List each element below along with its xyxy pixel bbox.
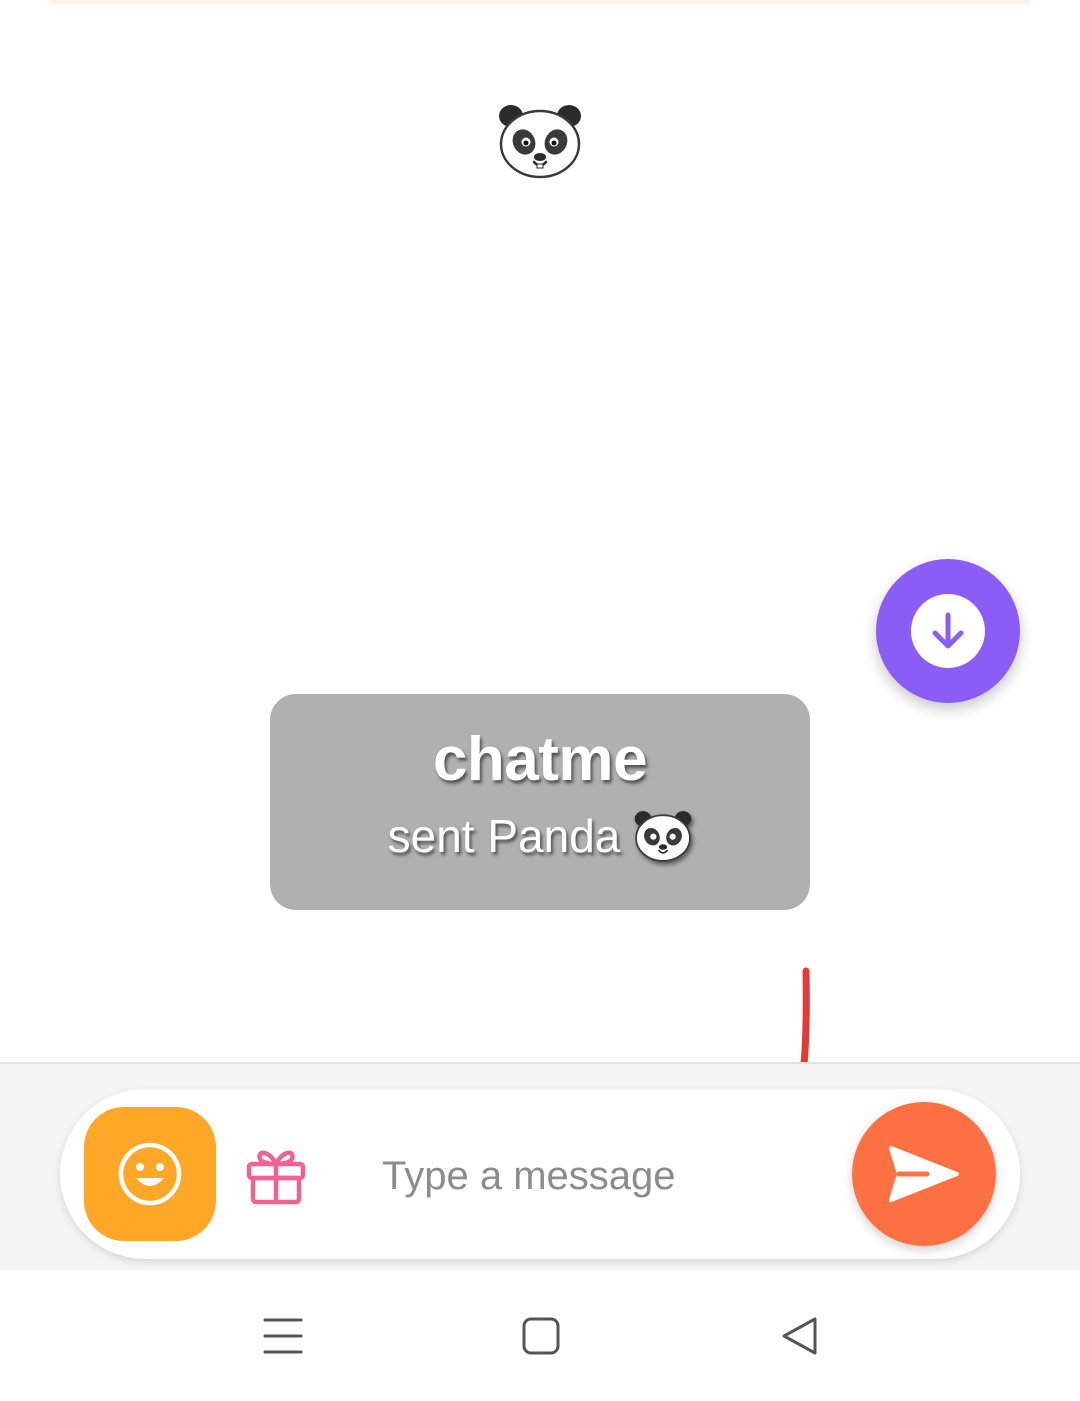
arrow-down-icon	[932, 612, 964, 649]
top-banner-edge	[50, 0, 1030, 4]
gift-action-text: sent Panda	[387, 810, 621, 862]
gift-sender-name: chatme	[432, 725, 648, 794]
gift-action-row: sent Panda	[388, 809, 693, 863]
panda-icon	[635, 811, 692, 862]
chat-screen: chatme sent Panda	[0, 0, 1080, 1401]
gift-notification-card: chatme sent Panda	[270, 694, 810, 910]
scroll-to-bottom-button[interactable]	[876, 559, 1020, 703]
emoji-button[interactable]	[84, 1107, 216, 1241]
send-button[interactable]	[852, 1102, 996, 1246]
menu-icon[interactable]	[253, 1310, 313, 1362]
smiley-icon	[118, 1142, 182, 1206]
back-triangle-icon[interactable]	[769, 1310, 829, 1362]
home-square-icon[interactable]	[511, 1310, 571, 1362]
message-input[interactable]	[382, 1140, 812, 1212]
panda-sticker-icon[interactable]	[498, 102, 582, 180]
scroll-button-inner	[911, 594, 985, 668]
gift-button[interactable]	[243, 1140, 309, 1208]
gift-icon	[246, 1150, 306, 1205]
send-icon	[889, 1146, 959, 1202]
